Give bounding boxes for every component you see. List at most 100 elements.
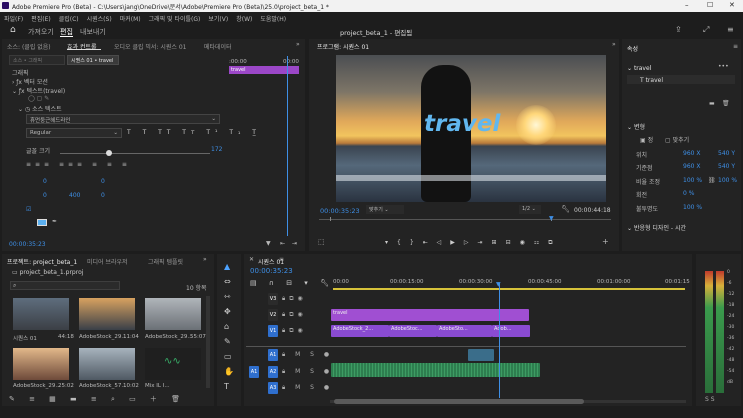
transport-controls[interactable]: ▾{}⇤◁▶▷⇥⊞⊟◉⚏⧉ [385, 239, 562, 247]
track-controls[interactable]: 🔒︎ M S ● [282, 368, 333, 376]
project-scrollbar[interactable] [206, 296, 210, 388]
maximize-button[interactable]: ☐ [707, 1, 713, 9]
safe-margins-icon[interactable]: ⬚ [318, 238, 325, 246]
track-controls[interactable]: 🔒︎⧉◉ [282, 295, 307, 303]
source-text-row[interactable]: ⌄ ◷ 소스 텍스트 [18, 104, 62, 113]
timeline-menu-icon[interactable]: ≡ [279, 256, 284, 263]
wrench-icon[interactable]: 🔧︎ [561, 205, 570, 213]
track-select-tool-icon[interactable]: ⇔ [224, 277, 231, 286]
properties-menu-icon[interactable]: ≡ [733, 43, 738, 50]
fit-dropdown[interactable]: 맞추기 ⌄ [366, 205, 404, 214]
leading-value[interactable]: 0 [43, 192, 47, 199]
home-icon[interactable]: ⌂ [10, 25, 16, 35]
rectangle-tool-icon[interactable]: ▭ [224, 352, 232, 361]
project-menu-icon[interactable]: » [203, 256, 207, 263]
timeline-hscroll-thumb[interactable] [334, 399, 584, 404]
thumb-stock-4[interactable] [79, 348, 135, 380]
align-buttons[interactable]: ≡≡≡ ≡≡≡ ≡ ≡ ≡ [26, 161, 131, 168]
menu-icon[interactable]: ≡ [727, 25, 734, 34]
properties-layer-row[interactable]: ⌄ travel [627, 65, 651, 72]
prop-value-1[interactable]: 960 X [683, 163, 700, 170]
timeline-close-icon[interactable]: ✕ [249, 256, 254, 263]
project-search-input[interactable]: ⌕ [10, 281, 120, 290]
eyedropper-icon[interactable]: ✒ [52, 218, 57, 225]
type-tool-icon[interactable]: T [224, 382, 229, 391]
font-size-slider-thumb[interactable] [106, 150, 112, 156]
tab-export[interactable]: 내보내기 [80, 27, 106, 37]
track-controls[interactable]: 🔒︎ M S ● [282, 384, 333, 392]
track-target-a3[interactable]: A3 [268, 382, 278, 394]
tab-graphics-templates[interactable]: 그래픽 템플릿 [148, 257, 183, 266]
font-size-slider[interactable] [60, 153, 210, 154]
text-style-buttons[interactable]: T T TT Tт T¹ T₁ T̲ [127, 129, 261, 136]
prop-value-1[interactable]: 100 % [683, 204, 702, 211]
selection-tool-icon[interactable]: ▲ [224, 262, 230, 271]
responsive-design-section[interactable]: ⌄ 반응형 디자인 - 시간 [627, 223, 686, 232]
transform-toggle-b[interactable]: ▢ 맞추기 [665, 135, 689, 144]
program-panel-menu-icon[interactable]: » [612, 41, 616, 48]
slip-tool-icon[interactable]: ⌂ [224, 322, 229, 331]
work-area-bar[interactable] [333, 288, 685, 290]
fill-checkbox[interactable]: ☑ [26, 206, 31, 213]
track-target-v2[interactable]: V2 [268, 309, 278, 321]
fullscreen-icon[interactable]: ⤢ [703, 25, 709, 35]
font-dropdown[interactable]: 휴먼둥근헤드라인 ⌄ [26, 114, 220, 124]
close-button[interactable]: ✕ [729, 1, 735, 9]
prop-value-1[interactable]: 960 X [683, 150, 700, 157]
menu-item-edit[interactable]: 편집(E) [31, 14, 51, 23]
meter-solo-buttons[interactable]: S S [705, 396, 715, 403]
clear-icon[interactable]: ⇥ [292, 240, 297, 247]
menu-item-file[interactable]: 파일(F) [4, 14, 23, 23]
source-dropdown[interactable]: 소스 • 그래픽 [9, 55, 65, 65]
menu-item-clip[interactable]: 클립(C) [59, 14, 79, 23]
fill-color-swatch[interactable] [37, 219, 47, 226]
timeline-playhead-head[interactable]: ▼ [496, 281, 501, 288]
program-playhead[interactable]: ▼ [549, 215, 554, 222]
prop-value-2[interactable]: 100 % [718, 177, 737, 184]
tab-width-value[interactable]: 0 [101, 192, 105, 199]
properties-sub-item[interactable]: T travel [640, 77, 663, 84]
text-layer-row[interactable]: ⌄ ƒx 텍스트(travel) [12, 86, 65, 95]
add-button[interactable]: + [602, 237, 609, 246]
track-target-a1[interactable]: A1 [268, 349, 278, 361]
style-dropdown[interactable]: Regular ⌄ [26, 128, 122, 138]
thumb-stock-3[interactable] [13, 348, 69, 380]
audio-clip-music[interactable] [331, 363, 540, 377]
razor-tool-icon[interactable]: ✥ [224, 307, 231, 316]
tab-import[interactable]: 가져오기 [28, 27, 54, 37]
source-patch-a1[interactable]: A1 [249, 366, 259, 378]
prop-value-2[interactable]: 540 Y [718, 163, 735, 170]
prop-value-2[interactable]: 540 Y [718, 150, 735, 157]
mini-clip-travel[interactable]: travel [229, 66, 299, 74]
track-target-v3[interactable]: V3 [268, 293, 278, 305]
properties-more-icon[interactable]: ••• [718, 63, 729, 70]
link-scale-icon[interactable]: ⛓︎ [708, 177, 716, 184]
kerning-value[interactable]: 0 [101, 178, 105, 185]
timeline-timecode[interactable]: 00:00:35:23 [250, 267, 293, 275]
tracking-value[interactable]: 0 [43, 178, 47, 185]
video-clip[interactable]: AdobeStoc... [389, 325, 437, 337]
motion-row[interactable]: › ƒx 벡터 모션 [12, 77, 48, 86]
track-controls[interactable]: 🔒︎⧉◉ [282, 311, 307, 319]
menu-item-help[interactable]: 도움말(H) [260, 14, 286, 23]
minimize-button[interactable]: – [685, 1, 689, 9]
menu-item-view[interactable]: 보기(V) [208, 14, 228, 23]
video-clip[interactable]: AdobeStock_2... [331, 325, 389, 337]
menu-item-graphics[interactable]: 그래픽 및 타이틀(G) [149, 14, 201, 23]
tab-properties[interactable]: 속성 [627, 44, 638, 53]
hand-tool-icon[interactable]: ✋ [224, 367, 234, 376]
thumb-stock-2[interactable] [145, 298, 201, 330]
effect-controls-timecode[interactable]: 00:00:35:23 [9, 241, 46, 248]
tab-source[interactable]: 소스: (클립 없음) [7, 42, 51, 51]
ripple-edit-tool-icon[interactable]: ⇿ [224, 292, 231, 301]
track-controls[interactable]: 🔒︎⧉◉ [282, 327, 307, 335]
new-layer-icon[interactable]: ▬ [709, 100, 715, 107]
track-target-v1[interactable]: V1 [268, 325, 278, 337]
tab-media-browser[interactable]: 미디어 브라우저 [87, 257, 128, 266]
thumb-sequence[interactable] [13, 298, 69, 330]
video-clip[interactable]: AdobeSto... [437, 325, 492, 337]
project-bottom-toolbar[interactable]: ✎ ≡ ▦ ▬ ≡ ⌕ ▭ ＋ 🗑︎ [9, 394, 186, 404]
program-video-frame[interactable]: travel [336, 55, 606, 202]
tab-project[interactable]: 프로젝트: project_beta_1 [7, 257, 77, 266]
mini-playhead[interactable] [287, 56, 288, 236]
